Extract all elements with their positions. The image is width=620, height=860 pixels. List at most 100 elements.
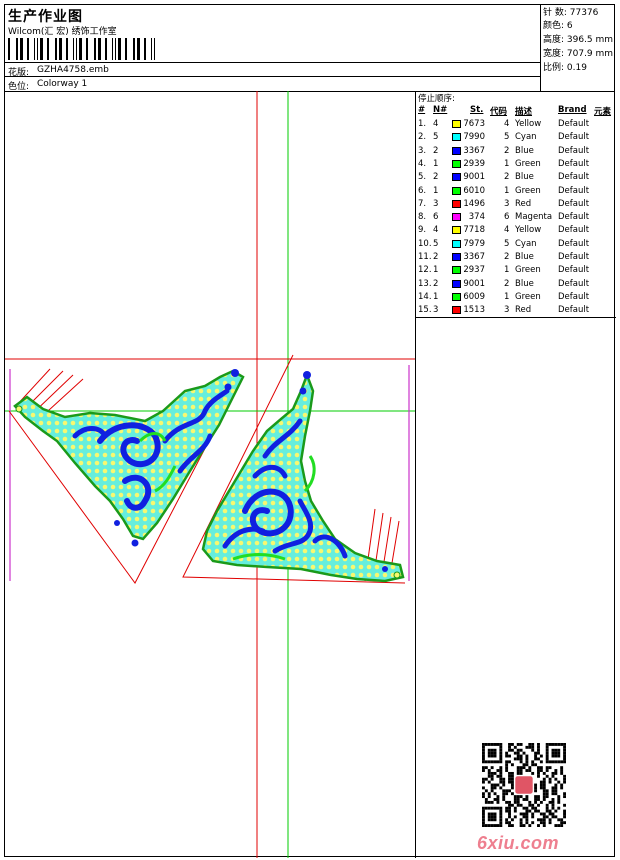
- color-swatch: [452, 226, 461, 235]
- color-swatch: [452, 146, 461, 155]
- table-row: 11. 2 3367 2 Blue Default: [416, 251, 616, 264]
- table-row: 1. 4 7673 4 Yellow Default: [416, 118, 616, 131]
- qr-code-icon: [482, 743, 566, 827]
- row-needle: 5: [433, 238, 439, 249]
- color-swatch: [452, 133, 461, 142]
- design-file: GZHA4758.emb: [37, 65, 109, 75]
- colorway-row: 色位: Colorway 1: [5, 76, 540, 92]
- embroidery-drawing: [5, 91, 415, 858]
- row-code: 2: [504, 278, 510, 289]
- row-stitches: 7673: [463, 119, 485, 129]
- row-code: 4: [504, 225, 510, 236]
- stat-colors: 颜色: 6: [543, 21, 573, 31]
- col-header-brand: Brand: [558, 105, 587, 115]
- design-stats: 针 数: 77376 颜色: 6 高度: 396.5 mm 宽度: 707.9 …: [541, 5, 616, 91]
- row-stitches: 9001: [463, 278, 485, 289]
- row-needle: 1: [433, 158, 439, 169]
- row-needle: 2: [433, 278, 439, 289]
- row-code: 1: [504, 158, 510, 169]
- table-row: 4. 1 2939 1 Green Default: [416, 158, 616, 171]
- row-brand: Default: [558, 278, 590, 289]
- row-brand: Default: [558, 198, 590, 209]
- row-code: 1: [504, 265, 510, 276]
- colorway-value: Colorway 1: [37, 79, 88, 89]
- color-swatch: [452, 239, 461, 248]
- row-code: 1: [504, 185, 510, 196]
- row-stitches: 3367: [463, 145, 485, 156]
- row-brand: Default: [558, 172, 590, 183]
- row-desc: Green: [515, 158, 541, 169]
- stat-height: 高度: 396.5 mm: [543, 35, 614, 45]
- row-stitches: 6009: [463, 291, 485, 302]
- table-row: 5. 2 9001 2 Blue Default: [416, 171, 616, 184]
- row-index: 8.: [418, 212, 427, 223]
- stat-scale: 比例: 0.19: [543, 63, 587, 73]
- row-needle: 2: [433, 172, 439, 183]
- row-desc: Blue: [515, 278, 534, 289]
- table-row: 9. 4 7718 4 Yellow Default: [416, 224, 616, 237]
- row-index: 5.: [418, 172, 427, 183]
- stop-sequence-header: # N# St. 代码 描述 Brand 元素: [416, 105, 616, 117]
- table-row: 10. 5 7979 5 Cyan Default: [416, 238, 616, 251]
- row-desc: Green: [515, 185, 541, 196]
- row-needle: 6: [433, 212, 439, 223]
- watermark: 6xiu.com: [477, 833, 560, 853]
- barcode-icon: [8, 38, 155, 60]
- row-brand: Default: [558, 212, 590, 223]
- row-brand: Default: [558, 238, 590, 249]
- sheet-header: 生产作业图 Wilcom(汇 宏) 绣饰工作室 花版: GZHA4758.emb…: [5, 5, 614, 92]
- page-title: 生产作业图: [8, 9, 83, 25]
- row-stitches: 7718: [463, 225, 485, 236]
- row-code: 3: [504, 305, 510, 316]
- row-desc: Blue: [515, 145, 534, 156]
- stop-sequence-panel: 停止顺序: # N# St. 代码 描述 Brand 元素 1. 4 7673 4 Ye…: [416, 91, 616, 318]
- row-desc: Yellow: [515, 119, 542, 129]
- row-index: 14.: [418, 291, 432, 302]
- row-stitches: 2939: [463, 158, 485, 169]
- color-swatch: [452, 173, 461, 182]
- row-index: 3.: [418, 145, 427, 156]
- row-index: 11.: [418, 252, 432, 262]
- row-stitches: 6010: [463, 185, 485, 196]
- row-code: 2: [504, 252, 510, 262]
- row-needle: 1: [433, 185, 439, 196]
- row-stitches: 2937: [463, 265, 485, 276]
- row-code: 3: [504, 198, 510, 209]
- design-row: 花版: GZHA4758.emb: [5, 62, 540, 78]
- production-sheet: 生产作业图 Wilcom(汇 宏) 绣饰工作室 花版: GZHA4758.emb…: [4, 4, 616, 858]
- color-swatch: [452, 266, 461, 275]
- table-row: 7. 3 1496 3 Red Default: [416, 198, 616, 211]
- col-header-element: 元素: [594, 107, 612, 117]
- row-needle: 3: [433, 198, 439, 209]
- row-stitches: 9001: [463, 172, 485, 183]
- row-code: 5: [504, 132, 510, 143]
- row-code: 6: [504, 212, 510, 223]
- row-brand: Default: [558, 132, 590, 143]
- color-swatch: [452, 159, 461, 168]
- row-desc: Blue: [515, 172, 534, 183]
- row-desc: Cyan: [515, 132, 537, 143]
- col-header-code: 代码: [490, 107, 508, 117]
- row-index: 12.: [418, 265, 432, 276]
- row-needle: 2: [433, 252, 439, 262]
- row-stitches: 1513: [463, 305, 485, 316]
- row-needle: 4: [433, 225, 439, 236]
- row-code: 2: [504, 172, 510, 183]
- row-index: 13.: [418, 278, 432, 289]
- color-swatch: [452, 199, 461, 208]
- color-swatch: [452, 186, 461, 195]
- row-brand: Default: [558, 145, 590, 156]
- row-needle: 4: [433, 119, 439, 129]
- header-info: 生产作业图 Wilcom(汇 宏) 绣饰工作室 花版: GZHA4758.emb…: [5, 5, 541, 92]
- row-brand: Default: [558, 225, 590, 236]
- row-brand: Default: [558, 185, 590, 196]
- color-swatch: [452, 292, 461, 301]
- row-code: 2: [504, 145, 510, 156]
- table-row: 2. 5 7990 5 Cyan Default: [416, 131, 616, 144]
- row-needle: 3: [433, 305, 439, 316]
- row-needle: 1: [433, 291, 439, 302]
- row-desc: Green: [515, 265, 541, 276]
- company-name: Wilcom(汇 宏) 绣饰工作室: [8, 27, 117, 37]
- row-desc: Red: [515, 198, 532, 209]
- table-row: 6. 1 6010 1 Green Default: [416, 185, 616, 198]
